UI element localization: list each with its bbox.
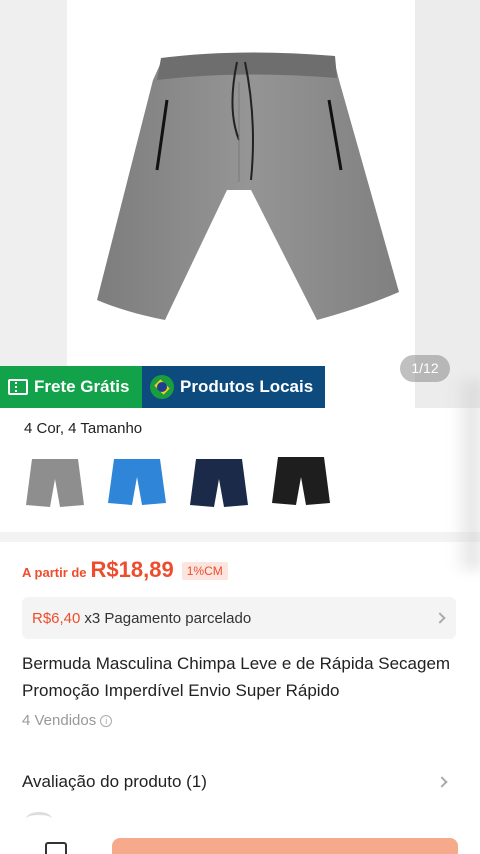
chat-icon[interactable]: [45, 842, 67, 854]
installment-row[interactable]: R$6,40 x3 Pagamento parcelado: [22, 597, 456, 639]
section-divider: [0, 532, 480, 542]
installment-text: x3 Pagamento parcelado: [84, 609, 252, 627]
price-row: A partir de R$18,89 1%CM: [22, 557, 228, 583]
brazil-flag-icon: [150, 375, 174, 399]
local-products-badge: Produtos Locais: [142, 366, 325, 408]
variant-thumb-black[interactable]: [270, 448, 332, 518]
product-title: Bermuda Masculina Chimpa Leve e de Rápid…: [22, 654, 451, 700]
product-reviews-row[interactable]: Avaliação do produto (1): [0, 760, 480, 804]
variant-thumb-navy[interactable]: [188, 448, 250, 518]
variant-thumb-gray[interactable]: [24, 448, 86, 518]
bottom-action-bar: [0, 826, 480, 854]
edge-overlay: [452, 380, 480, 570]
price-value: R$18,89: [90, 557, 174, 582]
avatar: [26, 812, 52, 826]
reviews-label: Avaliação do produto (1): [22, 772, 207, 791]
variants-summary: 4 Cor, 4 Tamanho: [24, 420, 143, 437]
ticket-icon: [8, 379, 28, 395]
price-prefix: A partir de: [22, 565, 87, 580]
gallery-side-left: [0, 0, 67, 408]
shorts-black-icon: [272, 457, 330, 505]
installment-amount: R$6,40: [32, 609, 81, 627]
free-shipping-label: Frete Grátis: [34, 377, 130, 396]
variant-thumb-blue[interactable]: [106, 448, 168, 518]
product-main-image[interactable]: [67, 0, 415, 408]
local-products-label: Produtos Locais: [180, 377, 314, 396]
shipping-badges: Frete Grátis Produtos Locais: [0, 366, 325, 408]
info-icon[interactable]: i: [100, 714, 113, 727]
cashback-badge: 1%CM: [181, 562, 228, 580]
chevron-right-icon: [434, 612, 446, 624]
free-shipping-badge: Frete Grátis: [0, 366, 142, 408]
shorts-navy-icon: [190, 459, 248, 507]
shorts-blue-icon: [108, 459, 166, 505]
gallery-side-right: [415, 0, 480, 408]
buy-now-button[interactable]: [112, 838, 458, 854]
chevron-right-icon: [436, 776, 448, 788]
variant-thumbnails: [24, 448, 332, 518]
sold-count: 4 Vendidos i: [22, 712, 113, 729]
image-counter: 1/12: [400, 355, 450, 382]
product-image-gallery[interactable]: 1/12: [0, 0, 480, 408]
sold-count-label: 4 Vendidos: [22, 712, 97, 729]
shorts-gray-icon: [26, 459, 84, 507]
